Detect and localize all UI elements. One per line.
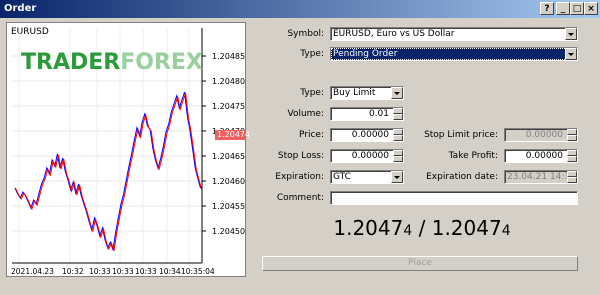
tick-chart: EURUSD 1.204851.204801.204751.204701.204… xyxy=(6,22,251,277)
price-label: Price: xyxy=(299,130,324,140)
symbol-select[interactable]: EURUSD, Euro vs US Dollar xyxy=(330,27,578,41)
expiration-date-value: 23.04.21 14:34 xyxy=(507,172,576,182)
type-select[interactable]: Pending Order xyxy=(330,47,578,61)
time-labels: 2021.04.23 10:32 10:33 10:33 10:33 10:34 10:35… xyxy=(11,267,215,276)
bid-pip: 4 xyxy=(403,223,413,239)
time-tick-label: 10:35:04 xyxy=(181,267,215,276)
comment-input[interactable] xyxy=(330,191,578,205)
stop-limit-price-label: Stop Limit price: xyxy=(424,130,498,140)
ask-pip: 4 xyxy=(501,223,511,239)
price-tick-label: 1.20480 xyxy=(212,77,245,86)
expiration-label: Expiration: xyxy=(275,172,324,182)
take-profit-label: Take Profit: xyxy=(448,151,498,161)
volume-input[interactable]: 0.01 xyxy=(330,107,404,121)
price-tick-label: 1.20450 xyxy=(212,227,245,236)
symbol-value: EURUSD, Euro vs US Dollar xyxy=(333,29,455,39)
maximize-button[interactable]: □ xyxy=(570,2,584,15)
place-button[interactable]: Place xyxy=(262,256,578,271)
ask-line xyxy=(14,91,201,251)
stop-loss-value: 0.00000 xyxy=(351,151,389,161)
volume-spinner[interactable] xyxy=(393,108,403,120)
stop-limit-price-input[interactable]: 0.00000 xyxy=(504,128,578,142)
time-tick-label: 10:33 xyxy=(112,267,134,276)
bid-line xyxy=(15,92,202,252)
quote-separator: / xyxy=(412,216,432,240)
close-button[interactable]: × xyxy=(584,2,598,15)
minimize-button[interactable]: _ xyxy=(556,2,570,15)
stop-limit-spinner[interactable] xyxy=(567,129,577,141)
price-labels: 1.204851.204801.204751.204701.204651.204… xyxy=(202,52,245,236)
window-title: Order xyxy=(4,3,37,14)
time-tick-label: 10:32 xyxy=(62,267,84,276)
price-tick-label: 1.20475 xyxy=(212,102,245,111)
bid-ask-quote: 1.20474 / 1.20474 xyxy=(262,216,582,240)
current-price-tag: 1.20474 xyxy=(215,130,251,140)
comment-label: Comment: xyxy=(276,193,324,203)
time-tick-label: 10:33 xyxy=(135,267,157,276)
time-tick-label: 2021.04.23 xyxy=(11,267,54,276)
price-spinner[interactable] xyxy=(393,129,403,141)
stop-loss-label: Stop Loss: xyxy=(277,151,324,161)
chevron-down-icon[interactable] xyxy=(565,48,577,60)
time-tick-label: 10:34 xyxy=(159,267,181,276)
volume-label: Volume: xyxy=(287,109,324,119)
price-tick-label: 1.20485 xyxy=(212,52,245,61)
price-input[interactable]: 0.00000 xyxy=(330,128,404,142)
watermark-left: TRADER xyxy=(21,50,120,75)
title-bar: Order ? _ □ × xyxy=(0,0,600,18)
expiration-date-label: Expiration date: xyxy=(426,172,498,182)
price-tick-label: 1.20460 xyxy=(212,177,245,186)
order-type-select[interactable]: Buy Limit xyxy=(330,86,404,100)
chart-svg: 1.204851.204801.204751.204701.204651.204… xyxy=(11,28,245,276)
chevron-down-icon[interactable] xyxy=(391,87,403,99)
expiration-date-spinner[interactable] xyxy=(567,171,577,183)
stop-limit-price-value: 0.00000 xyxy=(525,130,563,140)
order-window: Order ? _ □ × EURUSD 1.20485 1.20480 1.204… xyxy=(0,0,600,295)
stop-loss-spinner[interactable] xyxy=(393,150,403,162)
price-tick-label: 1.20455 xyxy=(212,202,245,211)
order-type-value: Buy Limit xyxy=(333,88,376,98)
type-value: Pending Order xyxy=(333,49,398,59)
take-profit-spinner[interactable] xyxy=(567,150,577,162)
volume-value: 0.01 xyxy=(368,109,389,119)
type-label: Type: xyxy=(300,49,324,59)
stop-loss-input[interactable]: 0.00000 xyxy=(330,149,404,163)
expiration-select[interactable]: GTC xyxy=(330,170,404,184)
help-button[interactable]: ? xyxy=(540,2,554,15)
time-tick-label: 10:33 xyxy=(89,267,111,276)
chevron-down-icon[interactable] xyxy=(565,28,577,40)
price-tick-label: 1.20465 xyxy=(212,152,245,161)
symbol-label: Symbol: xyxy=(287,29,324,39)
take-profit-input[interactable]: 0.00000 xyxy=(504,149,578,163)
price-value: 0.00000 xyxy=(351,130,389,140)
expiration-date-input[interactable]: 23.04.21 14:34 xyxy=(504,170,578,184)
ask-price: 1.2047 xyxy=(431,216,502,240)
order-type-label: Type: xyxy=(300,88,324,98)
watermark-text: TRADERFOREX xyxy=(21,50,203,75)
expiration-value: GTC xyxy=(333,172,351,182)
chevron-down-icon[interactable] xyxy=(391,171,403,183)
take-profit-value: 0.00000 xyxy=(525,151,563,161)
bid-price: 1.2047 xyxy=(333,216,404,240)
watermark-right: FOREX xyxy=(120,50,203,75)
